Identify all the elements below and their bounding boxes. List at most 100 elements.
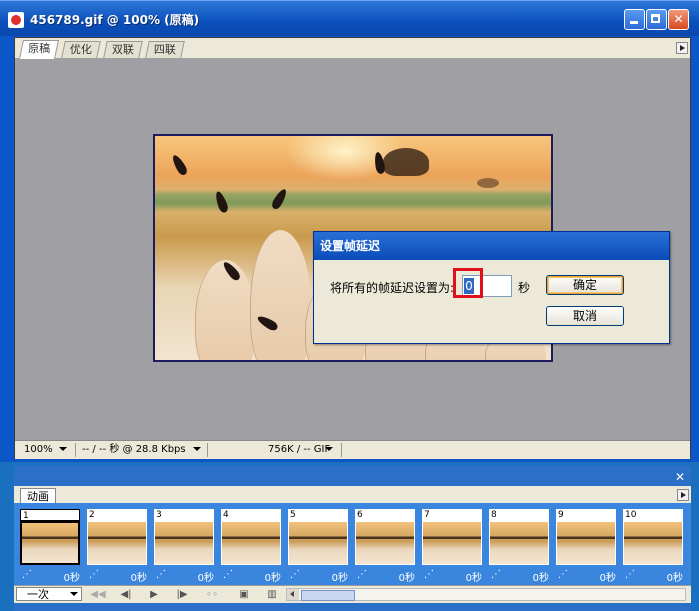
- tween-dots-icon: ⋰: [156, 569, 167, 580]
- frame-thumbnail[interactable]: [422, 521, 482, 565]
- frame-item[interactable]: 2 ⋰ 0秒: [87, 509, 147, 584]
- frame-delay[interactable]: ⋰ 0秒: [154, 569, 214, 584]
- frame-thumbnail[interactable]: [623, 521, 683, 565]
- maximize-icon[interactable]: [646, 9, 667, 30]
- frame-delay[interactable]: ⋰ 0秒: [288, 569, 348, 584]
- tab-original[interactable]: 原稿: [18, 40, 60, 59]
- plume-shape: [373, 151, 386, 175]
- next-frame-icon[interactable]: |▶: [174, 588, 190, 601]
- download-time-select[interactable]: -- / -- 秒 @ 28.8 Kbps: [79, 443, 207, 457]
- frame-thumbnail[interactable]: [489, 521, 549, 565]
- tween-dots-icon: ⋰: [223, 569, 234, 580]
- tween-dots-icon: ⋰: [558, 569, 569, 580]
- ok-button[interactable]: 确定: [546, 275, 624, 295]
- frame-delay[interactable]: ⋰ 0秒: [355, 569, 415, 584]
- frame-delay[interactable]: ⋰ 0秒: [20, 569, 80, 584]
- trash-icon[interactable]: ▥: [264, 588, 280, 601]
- app-icon: [8, 12, 24, 28]
- frame-thumbnail[interactable]: [288, 521, 348, 565]
- chevron-down-icon[interactable]: [193, 447, 201, 451]
- frame-number: 3: [154, 509, 214, 521]
- frame-item[interactable]: 4 ⋰ 0秒: [221, 509, 281, 584]
- tab-4up[interactable]: 四联: [145, 41, 185, 58]
- frame-number: 9: [556, 509, 616, 521]
- frame-thumbnail[interactable]: [87, 521, 147, 565]
- first-frame-icon[interactable]: ◀◀: [90, 588, 106, 601]
- frame-item[interactable]: 9 ⋰ 0秒: [556, 509, 616, 584]
- scroll-thumb[interactable]: [301, 590, 355, 601]
- frame-item[interactable]: 5 ⋰ 0秒: [288, 509, 348, 584]
- tab-2up[interactable]: 双联: [103, 41, 143, 58]
- highlight-box: [453, 268, 483, 298]
- frame-item[interactable]: 8 ⋰ 0秒: [489, 509, 549, 584]
- panel-menu-icon[interactable]: [677, 489, 689, 501]
- plume-shape: [170, 153, 189, 177]
- frame-thumbnail[interactable]: [20, 521, 80, 565]
- lobe-shape: [250, 230, 311, 360]
- set-frame-delay-dialog: 设置帧延迟 将所有的帧延迟设置为: 0 秒 确定 取消: [313, 231, 670, 344]
- frame-delay[interactable]: ⋰ 0秒: [623, 569, 683, 584]
- frame-delay[interactable]: ⋰ 0秒: [556, 569, 616, 584]
- panel-titlebar[interactable]: ✕: [14, 466, 691, 486]
- frame-delay[interactable]: ⋰ 0秒: [422, 569, 482, 584]
- delay-label: 将所有的帧延迟设置为:: [330, 281, 455, 295]
- tween-dots-icon: ⋰: [89, 569, 100, 580]
- frame-number: 5: [288, 509, 348, 521]
- delay-unit: 秒: [518, 281, 531, 295]
- divider: [207, 443, 208, 457]
- frame-item[interactable]: 7 ⋰ 0秒: [422, 509, 482, 584]
- chevron-down-icon[interactable]: [59, 447, 67, 451]
- frame-number: 7: [422, 509, 482, 521]
- tab-optimized[interactable]: 优化: [61, 41, 101, 58]
- frame-delay[interactable]: ⋰ 0秒: [221, 569, 281, 584]
- frame-item[interactable]: 1 ⋰ 0秒: [20, 509, 80, 584]
- tween-dots-icon: ⋰: [424, 569, 435, 580]
- divider: [75, 443, 76, 457]
- divider: [341, 443, 342, 457]
- close-icon[interactable]: ✕: [668, 9, 689, 30]
- animation-panel: ✕ 动画 1 ⋰0秒 2 ⋰0秒 3 ⋰0秒 4 ⋰0秒 5 ⋰0秒: [14, 466, 691, 611]
- tabs-scroll-right-icon[interactable]: [676, 42, 688, 54]
- dialog-title[interactable]: 设置帧延迟: [314, 232, 669, 260]
- frame-thumbnail[interactable]: [355, 521, 415, 565]
- frame-thumbnail[interactable]: [221, 521, 281, 565]
- frame-item[interactable]: 10 ⋰ 0秒: [623, 509, 683, 584]
- frame-number: 6: [355, 509, 415, 521]
- play-icon[interactable]: ▶: [146, 588, 162, 601]
- scroll-left-icon[interactable]: [287, 589, 299, 600]
- panel-tabs: 动画: [14, 486, 691, 504]
- frame-thumbnail[interactable]: [154, 521, 214, 565]
- frame-number: 10: [623, 509, 683, 521]
- plume-shape: [270, 187, 289, 211]
- frames-strip: 1 ⋰ 0秒 2 ⋰ 0秒 3 ⋰ 0秒 4 ⋰ 0秒 5 ⋰ 0秒 6 ⋰ 0秒: [14, 503, 691, 585]
- frame-item[interactable]: 6 ⋰ 0秒: [355, 509, 415, 584]
- frames-scrollbar[interactable]: [286, 588, 686, 601]
- frame-number: 1: [20, 509, 80, 521]
- chevron-down-icon[interactable]: [325, 447, 333, 451]
- tween-icon[interactable]: ∘∘: [204, 588, 220, 601]
- view-tabs: 原稿 优化 双联 四联: [15, 38, 690, 59]
- tree-shape: [477, 178, 499, 188]
- frame-number: 4: [221, 509, 281, 521]
- frame-delay[interactable]: ⋰ 0秒: [87, 569, 147, 584]
- frame-number: 2: [87, 509, 147, 521]
- window-titlebar[interactable]: 456789.gif @ 100% (原稿) ✕: [0, 0, 699, 36]
- window-title: 456789.gif @ 100% (原稿): [30, 13, 200, 27]
- tab-animation[interactable]: 动画: [20, 488, 56, 504]
- close-icon[interactable]: ✕: [675, 470, 685, 484]
- tree-shape: [383, 148, 429, 176]
- cancel-button[interactable]: 取消: [546, 306, 624, 326]
- lobe-shape: [195, 260, 256, 360]
- loop-select[interactable]: 一次: [16, 587, 82, 601]
- new-frame-icon[interactable]: ▣: [236, 588, 252, 601]
- animation-controls: 一次 ◀◀ ◀| ▶ |▶ ∘∘ ▣ ▥: [14, 585, 691, 603]
- minimize-icon[interactable]: [624, 9, 645, 30]
- frame-thumbnail[interactable]: [556, 521, 616, 565]
- tween-dots-icon: ⋰: [290, 569, 301, 580]
- status-bar: 100% -- / -- 秒 @ 28.8 Kbps 756K / -- GIF: [15, 440, 690, 459]
- prev-frame-icon[interactable]: ◀|: [118, 588, 134, 601]
- tween-dots-icon: ⋰: [357, 569, 368, 580]
- frame-delay[interactable]: ⋰ 0秒: [489, 569, 549, 584]
- frame-item[interactable]: 3 ⋰ 0秒: [154, 509, 214, 584]
- frame-number: 8: [489, 509, 549, 521]
